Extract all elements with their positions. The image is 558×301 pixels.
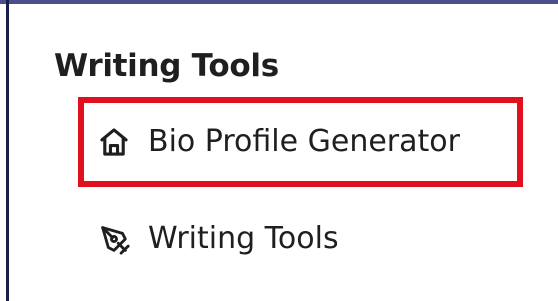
pen-tool-icon — [96, 221, 132, 257]
top-divider — [0, 0, 558, 4]
home-icon — [96, 124, 132, 160]
sidebar-item-label: Writing Tools — [148, 221, 339, 256]
sidebar-item-bio-profile-generator[interactable]: Bio Profile Generator — [78, 97, 523, 187]
sidebar-section-title: Writing Tools — [54, 48, 279, 84]
left-divider — [6, 0, 9, 301]
sidebar-item-writing-tools[interactable]: Writing Tools — [96, 218, 339, 260]
sidebar-item-label: Bio Profile Generator — [148, 124, 460, 159]
sidebar-panel: Writing Tools Bio Profile Generator Writ… — [0, 0, 558, 301]
